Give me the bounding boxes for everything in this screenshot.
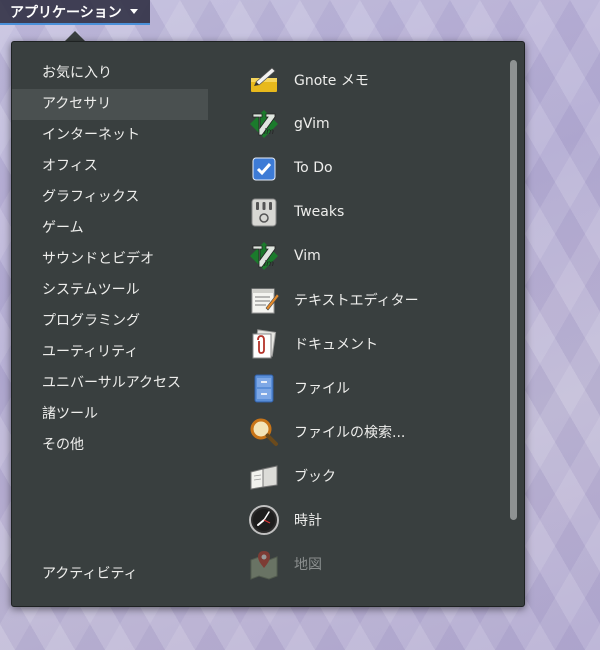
app-text-editor[interactable]: テキストエディター [248, 278, 508, 322]
app-todo[interactable]: To Do [248, 146, 508, 190]
app-search-files[interactable]: ファイルの検索... [248, 410, 508, 454]
app-label: ドキュメント [294, 337, 378, 353]
app-books[interactable]: ブック [248, 454, 508, 498]
category-universal-access[interactable]: ユニバーサルアクセス [12, 368, 208, 399]
category-list: お気に入り アクセサリ インターネット オフィス グラフィックス ゲーム サウン… [12, 58, 208, 461]
app-clocks[interactable]: 時計 [248, 498, 508, 542]
category-utilities[interactable]: ユーティリティ [12, 337, 208, 368]
applications-menu-popup: お気に入り アクセサリ インターネット オフィス グラフィックス ゲーム サウン… [11, 41, 525, 607]
category-label: インターネット [42, 127, 140, 143]
app-vim[interactable]: im Vim [248, 234, 508, 278]
category-internet[interactable]: インターネット [12, 120, 208, 151]
app-list: Gnote メモ im gVim To Do Tweaks im Vim テキス… [248, 58, 508, 586]
category-accessories[interactable]: アクセサリ [12, 89, 208, 120]
app-label: gVim [294, 116, 330, 132]
todo-icon [248, 152, 280, 184]
app-label: 時計 [294, 513, 322, 529]
category-other[interactable]: その他 [12, 430, 208, 461]
svg-text:im: im [264, 259, 274, 268]
category-label: ゲーム [42, 220, 84, 236]
gvim-icon: im [248, 108, 280, 140]
app-label: 地図 [294, 557, 322, 573]
category-label: お気に入り [42, 65, 112, 81]
category-office[interactable]: オフィス [12, 151, 208, 182]
app-tweaks[interactable]: Tweaks [248, 190, 508, 234]
category-label: 諸ツール [42, 406, 98, 422]
file-manager-icon [248, 372, 280, 404]
search-files-icon [248, 416, 280, 448]
vim-icon: im [248, 240, 280, 272]
category-misc-tools[interactable]: 諸ツール [12, 399, 208, 430]
category-graphics[interactable]: グラフィックス [12, 182, 208, 213]
app-document-viewer[interactable]: ドキュメント [248, 322, 508, 366]
tweaks-icon [248, 196, 280, 228]
category-label: その他 [42, 437, 84, 453]
category-sound-video[interactable]: サウンドとビデオ [12, 244, 208, 275]
text-editor-icon [248, 284, 280, 316]
category-system-tools[interactable]: システムツール [12, 275, 208, 306]
app-label: Vim [294, 248, 321, 264]
app-label: Gnote メモ [294, 73, 369, 89]
app-label: ブック [294, 469, 336, 485]
category-favorites[interactable]: お気に入り [12, 58, 208, 89]
category-label: ユニバーサルアクセス [42, 375, 182, 391]
svg-text:im: im [264, 127, 274, 136]
category-games[interactable]: ゲーム [12, 213, 208, 244]
applications-menu-label: アプリケーション [10, 4, 122, 21]
app-maps[interactable]: 地図 [248, 542, 508, 586]
app-gvim[interactable]: im gVim [248, 102, 508, 146]
gnote-icon [248, 64, 280, 96]
app-label: ファイル [294, 381, 350, 397]
category-label: システムツール [42, 282, 140, 298]
app-list-scrollbar[interactable] [510, 60, 517, 520]
category-label: オフィス [42, 158, 98, 174]
app-files[interactable]: ファイル [248, 366, 508, 410]
top-bar: アプリケーション [0, 0, 600, 27]
app-label: テキストエディター [294, 293, 419, 309]
applications-menu-button[interactable]: アプリケーション [0, 0, 150, 25]
category-label: プログラミング [42, 313, 140, 329]
category-programming[interactable]: プログラミング [12, 306, 208, 337]
book-icon [248, 460, 280, 492]
app-label: To Do [294, 160, 333, 176]
category-label: ユーティリティ [42, 344, 139, 360]
app-label: ファイルの検索... [294, 425, 406, 441]
category-label: グラフィックス [42, 189, 140, 205]
maps-icon [248, 548, 280, 580]
app-label: Tweaks [294, 204, 345, 220]
activities-overview-link[interactable]: アクティビティ [42, 563, 138, 583]
category-label: サウンドとビデオ [42, 251, 154, 267]
clock-icon [248, 504, 280, 536]
document-viewer-icon [248, 328, 280, 360]
app-gnote[interactable]: Gnote メモ [248, 58, 508, 102]
category-label: アクセサリ [42, 96, 112, 112]
chevron-down-icon [129, 9, 138, 14]
